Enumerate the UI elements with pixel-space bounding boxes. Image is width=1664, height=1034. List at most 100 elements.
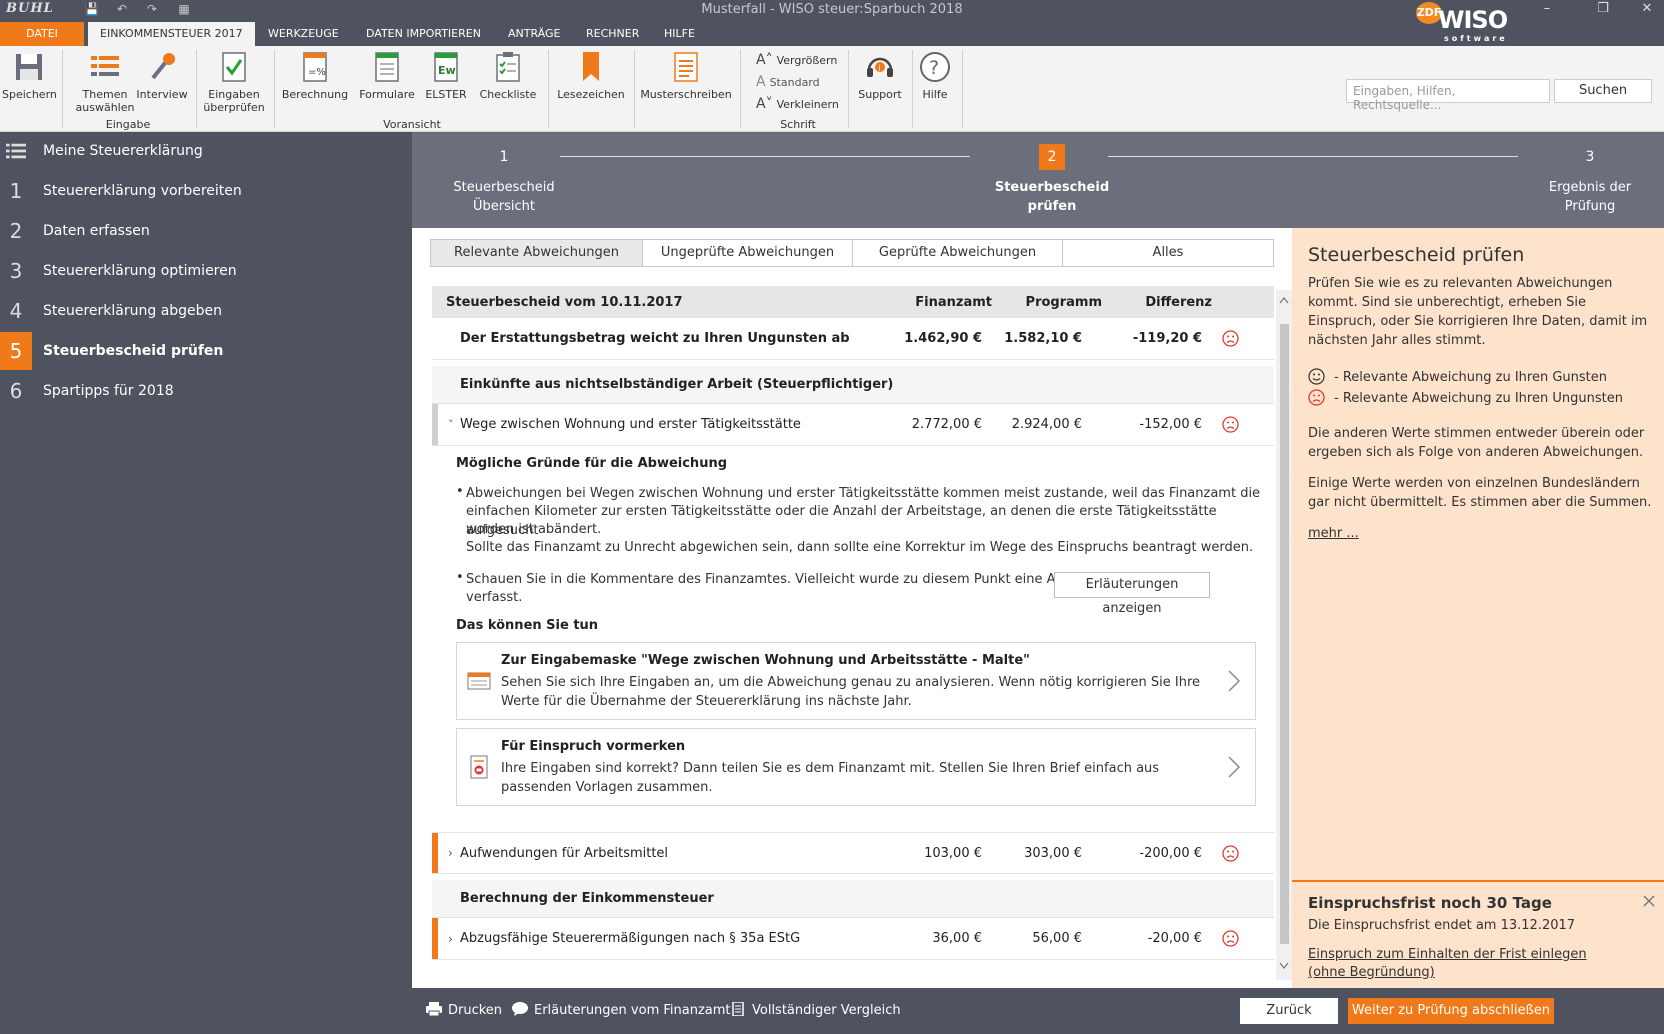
chevron-right-small-icon[interactable]: › bbox=[448, 918, 453, 959]
todo-title: Das können Sie tun bbox=[456, 618, 599, 633]
bookmark-button[interactable]: Lesezeichen bbox=[556, 50, 626, 101]
full-comparison-button[interactable]: Vollständiger Vergleich bbox=[730, 988, 901, 1034]
row-wege[interactable]: ˅ Wege zwischen Wohnung und erster Tätig… bbox=[432, 404, 1274, 446]
support-button[interactable]: i Support bbox=[852, 50, 908, 101]
tab-werkzeuge[interactable]: WERKZEUGE bbox=[256, 22, 351, 46]
sidebar-item-4[interactable]: 4 Steuererklärung abgeben bbox=[0, 292, 412, 330]
forms-button[interactable]: Formulare bbox=[354, 50, 420, 101]
scroll-down-icon[interactable] bbox=[1279, 962, 1289, 970]
objection-deadline-link[interactable]: Einspruch zum Einhalten der Frist einleg… bbox=[1308, 946, 1628, 982]
speech-bubble-icon bbox=[512, 1002, 528, 1016]
font-smaller-button[interactable]: A˅ Verkleinern bbox=[756, 96, 839, 112]
sidebar-item-3[interactable]: 3 Steuererklärung optimieren bbox=[0, 252, 412, 290]
row-arbeitsmittel[interactable]: › Aufwendungen für Arbeitsmittel 103,00 … bbox=[432, 832, 1274, 874]
chevron-right-icon bbox=[1228, 756, 1241, 778]
elster-button[interactable]: Ew ELSTER bbox=[420, 50, 472, 101]
step-1[interactable]: 1 Steuerbescheid Übersicht bbox=[436, 144, 572, 216]
deadline-notice: Einspruchsfrist noch 30 Tage Die Einspru… bbox=[1292, 880, 1664, 988]
font-standard-icon: A bbox=[756, 74, 766, 90]
objection-letter-icon bbox=[470, 755, 488, 779]
col-finanzamt: Finanzamt bbox=[915, 294, 992, 310]
scroll-up-icon[interactable] bbox=[1279, 296, 1289, 304]
table-header: Steuerbescheid vom 10.11.2017 Finanzamt … bbox=[432, 286, 1274, 318]
close-window-button[interactable]: ✕ bbox=[1630, 0, 1664, 20]
more-link[interactable]: mehr ... bbox=[1308, 526, 1359, 541]
print-button[interactable]: Drucken bbox=[426, 988, 502, 1034]
col-differenz: Differenz bbox=[1145, 294, 1212, 310]
main-content: Relevante Abweichungen Ungeprüfte Abweic… bbox=[412, 228, 1292, 988]
action-mark-objection[interactable]: Für Einspruch vormerken Ihre Eingaben si… bbox=[456, 728, 1256, 806]
scrollbar-thumb[interactable] bbox=[1280, 324, 1289, 944]
table-title: Steuerbescheid vom 10.11.2017 bbox=[446, 294, 683, 310]
bookmark-icon bbox=[583, 52, 599, 81]
tab-daten-importieren[interactable]: DATEN IMPORTIEREN bbox=[354, 22, 493, 46]
sidebar-item-5[interactable]: 5 Steuerbescheid prüfen bbox=[0, 332, 412, 370]
tab-datei[interactable]: DATEI bbox=[0, 22, 84, 46]
sidebar-item-6[interactable]: 6 Spartipps für 2018 bbox=[0, 372, 412, 410]
search-input[interactable]: Eingaben, Hilfen, Rechtsquelle... bbox=[1346, 79, 1550, 112]
form-icon bbox=[375, 52, 399, 82]
action-open-input-mask[interactable]: Zur Eingabemaske "Wege zwischen Wohnung … bbox=[456, 642, 1256, 720]
sidebar-item-overview[interactable]: Meine Steuererklärung bbox=[0, 132, 412, 170]
floppy-icon bbox=[16, 54, 42, 80]
microphone-icon bbox=[151, 53, 175, 80]
checklist-button[interactable]: Checkliste bbox=[476, 50, 540, 101]
tax-office-explanations-button[interactable]: Erläuterungen vom Finanzamt bbox=[512, 988, 731, 1034]
tab-rechner[interactable]: RECHNER bbox=[574, 22, 651, 46]
document-compare-icon bbox=[732, 1002, 744, 1016]
headset-icon: i bbox=[867, 57, 893, 77]
font-bigger-button[interactable]: A˄ Vergrößern bbox=[756, 52, 837, 68]
calculation-button[interactable]: =% Berechnung bbox=[280, 50, 350, 101]
letter-template-icon bbox=[674, 52, 698, 82]
help-button[interactable]: ? Hilfe bbox=[914, 50, 956, 101]
back-button[interactable]: Zurück bbox=[1240, 998, 1338, 1024]
font-standard-button[interactable]: A Standard bbox=[756, 74, 820, 90]
summary-row[interactable]: Der Erstattungsbetrag weicht zu Ihren Un… bbox=[432, 318, 1274, 360]
templates-button[interactable]: Musterschreiben bbox=[640, 50, 732, 101]
filter-relevant[interactable]: Relevante Abweichungen bbox=[431, 240, 643, 266]
section-einkommensteuer: Berechnung der Einkommensteuer bbox=[432, 880, 1274, 918]
sad-face-icon bbox=[1222, 416, 1239, 433]
reasons-title: Mögliche Gründe für die Abweichung bbox=[456, 456, 728, 471]
list-menu-icon bbox=[6, 143, 26, 159]
filter-tabs: Relevante Abweichungen Ungeprüfte Abweic… bbox=[430, 239, 1274, 267]
tab-einkommensteuer[interactable]: EINKOMMENSTEUER 2017 bbox=[88, 22, 255, 46]
chevron-right-icon bbox=[1228, 670, 1241, 692]
next-button[interactable]: Weiter zu Prüfung abschließen bbox=[1348, 998, 1554, 1024]
sidebar-item-1[interactable]: 1 Steuererklärung vorbereiten bbox=[0, 172, 412, 210]
check-inputs-button[interactable]: Eingaben überprüfen bbox=[202, 50, 266, 114]
deviation-detail: Mögliche Gründe für die Abweichung • Abw… bbox=[432, 446, 1274, 836]
row-35a[interactable]: › Abzugsfähige Steuerermäßigungen nach §… bbox=[432, 918, 1274, 960]
save-button[interactable]: Speichern bbox=[2, 50, 57, 101]
filter-checked[interactable]: Geprüfte Abweichungen bbox=[853, 240, 1063, 266]
document-check-icon bbox=[222, 52, 246, 82]
list-icon bbox=[91, 56, 119, 76]
title-bar: BUHL 💾 ↶ ↷ ▦ Musterfall - WISO steuer:Sp… bbox=[0, 0, 1664, 20]
maximize-button[interactable]: ❐ bbox=[1586, 0, 1620, 20]
elster-icon: Ew bbox=[434, 52, 458, 82]
help-title: Steuerbescheid prüfen bbox=[1308, 244, 1525, 266]
step-3[interactable]: 3 Ergebnis der Prüfung bbox=[1522, 144, 1658, 216]
filter-unchecked[interactable]: Ungeprüfte Abweichungen bbox=[643, 240, 853, 266]
tab-antraege[interactable]: ANTRÄGE bbox=[496, 22, 572, 46]
step-connector bbox=[1108, 156, 1518, 157]
tab-hilfe[interactable]: HILFE bbox=[652, 22, 707, 46]
topics-button[interactable]: Themen auswählen bbox=[70, 50, 140, 114]
interview-button[interactable]: Interview bbox=[134, 50, 190, 101]
explanations-button[interactable]: Erläuterungen anzeigen bbox=[1054, 572, 1210, 616]
chevron-right-small-icon[interactable]: › bbox=[448, 833, 453, 873]
search-button[interactable]: Suchen bbox=[1554, 79, 1652, 103]
close-icon[interactable] bbox=[1642, 894, 1656, 908]
sidebar-item-2[interactable]: 2 Daten erfassen bbox=[0, 212, 412, 250]
step-2[interactable]: 2 Steuerbescheid prüfen bbox=[984, 144, 1120, 216]
col-programm: Programm bbox=[1025, 294, 1102, 310]
minimize-button[interactable]: – bbox=[1530, 0, 1564, 20]
help-panel: Steuerbescheid prüfen Prüfen Sie wie es … bbox=[1292, 228, 1664, 880]
svg-text:Ew: Ew bbox=[438, 64, 456, 77]
section-nichtselbstaendig: Einkünfte aus nichtselbständiger Arbeit … bbox=[432, 366, 1274, 404]
chevron-down-icon[interactable]: ˅ bbox=[448, 404, 454, 445]
sad-face-icon bbox=[1222, 930, 1239, 947]
wiso-logo: ZDF WISO software bbox=[1416, 2, 1526, 46]
filter-all[interactable]: Alles bbox=[1063, 240, 1273, 266]
calc-doc-icon: =% bbox=[303, 52, 327, 82]
